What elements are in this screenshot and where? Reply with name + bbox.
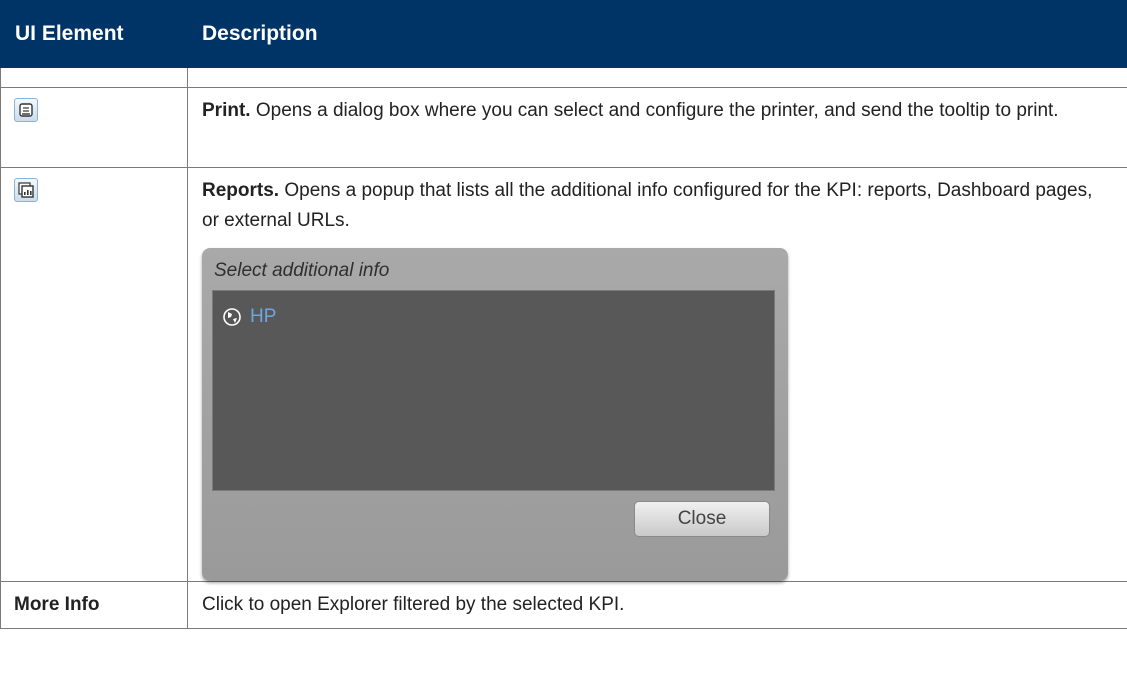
- table-row-print: Print. Opens a dialog box where you can …: [0, 87, 1127, 168]
- table-row-more-info: More Info Click to open Explorer filtere…: [0, 581, 1127, 629]
- table-row-empty: [0, 67, 1127, 88]
- header-description: Description: [187, 0, 1127, 68]
- more-info-label: More Info: [14, 594, 100, 615]
- ui-element-table: UI Element Description Print. Opens a di…: [0, 0, 1127, 629]
- reports-icon[interactable]: [14, 178, 38, 202]
- table-row-reports: Reports. Opens a popup that lists all th…: [0, 167, 1127, 582]
- close-button[interactable]: Close: [634, 501, 770, 537]
- additional-info-list: HP: [212, 290, 775, 491]
- table-header: UI Element Description: [0, 0, 1127, 68]
- print-title: Print.: [202, 100, 251, 121]
- print-description: Print. Opens a dialog box where you can …: [188, 88, 1127, 126]
- print-icon[interactable]: [14, 98, 38, 122]
- popup-title: Select additional info: [214, 260, 390, 281]
- header-ui-element: UI Element: [0, 0, 188, 68]
- globe-icon: [223, 308, 241, 326]
- additional-info-popup: Select additional info HP Close: [202, 248, 788, 581]
- print-text: Opens a dialog box where you can select …: [255, 100, 1059, 121]
- reports-text: Opens a popup that lists all the additio…: [202, 180, 1093, 231]
- reports-title: Reports.: [202, 180, 280, 201]
- list-item-hp[interactable]: HP: [222, 302, 276, 332]
- list-item-label[interactable]: HP: [250, 302, 276, 332]
- more-info-description: Click to open Explorer filtered by the s…: [202, 594, 625, 615]
- reports-description: Reports. Opens a popup that lists all th…: [188, 168, 1127, 581]
